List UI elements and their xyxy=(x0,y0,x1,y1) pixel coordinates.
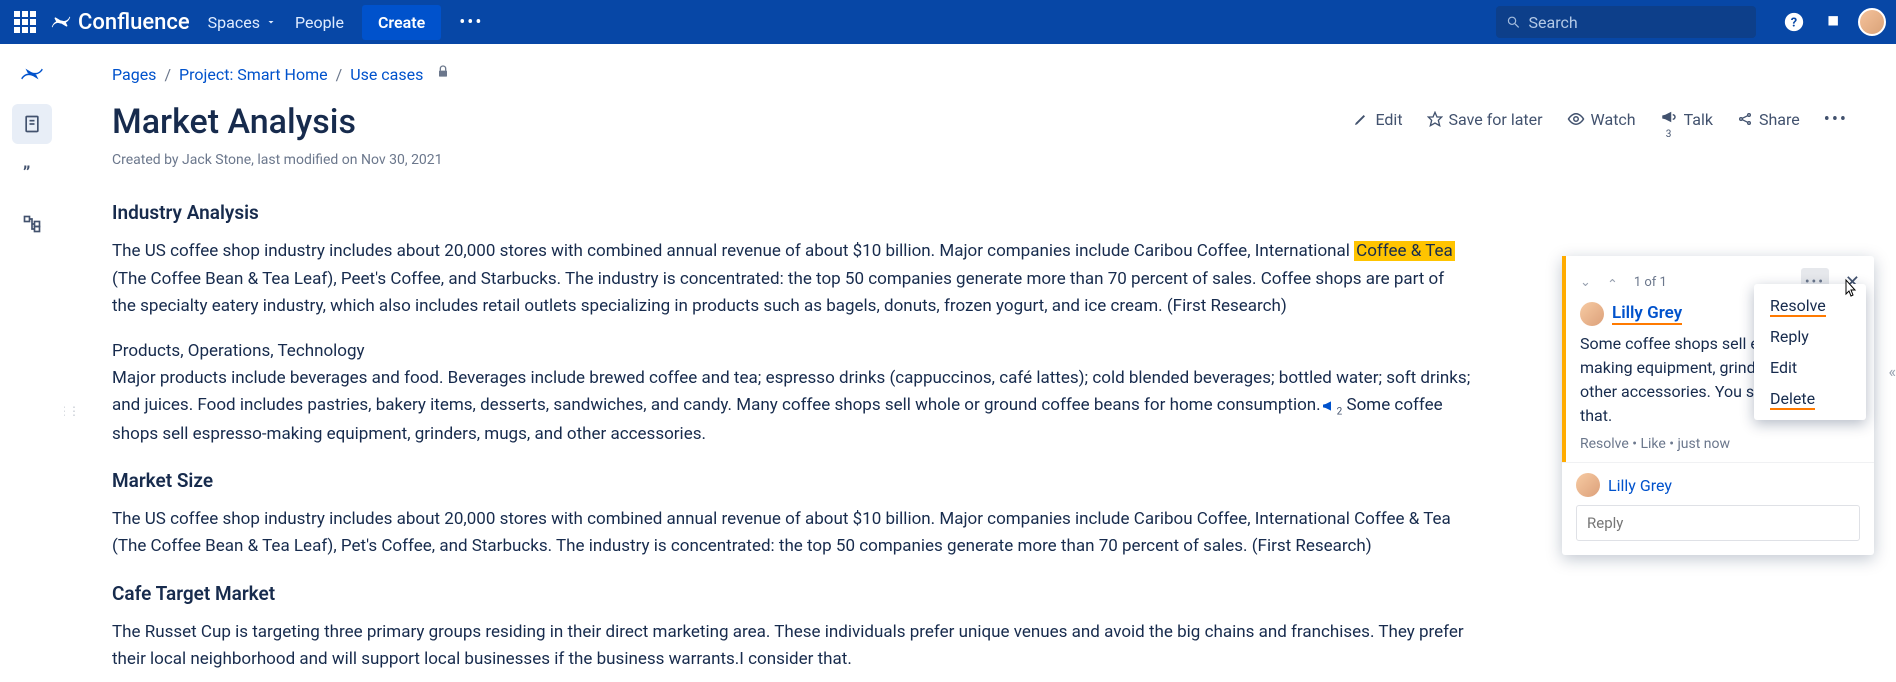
paragraph-cafe: The Russet Cup is targeting three primar… xyxy=(112,619,1472,673)
sidebar-pages-icon[interactable] xyxy=(12,104,52,144)
eye-icon xyxy=(1567,110,1585,128)
avatar xyxy=(1580,302,1604,326)
comment-context-menu: Resolve Reply Edit Delete xyxy=(1754,284,1866,420)
comment-author-name[interactable]: Lilly Grey xyxy=(1612,303,1682,325)
sidebar-quote-icon[interactable]: ” xyxy=(12,154,52,194)
megaphone-icon xyxy=(1660,108,1678,130)
share-button[interactable]: Share xyxy=(1737,110,1800,129)
chevron-down-icon xyxy=(265,16,277,28)
comment-prev-icon[interactable]: ⌄ xyxy=(1580,275,1591,290)
breadcrumb-pages[interactable]: Pages xyxy=(112,65,156,84)
edit-button[interactable]: Edit xyxy=(1353,110,1402,129)
comment-counter: 1 of 1 xyxy=(1634,275,1667,290)
page-action-bar: Edit Save for later Watch Talk Share ••• xyxy=(1353,108,1848,130)
panel-collapse-icon[interactable]: « xyxy=(1888,362,1896,381)
breadcrumb-project[interactable]: Project: Smart Home xyxy=(179,65,328,84)
svg-text:?: ? xyxy=(1791,16,1797,31)
comment-footer[interactable]: Resolve • Like • just now xyxy=(1580,436,1860,452)
breadcrumb-usecases[interactable]: Use cases xyxy=(350,65,423,84)
watch-button[interactable]: Watch xyxy=(1567,110,1636,129)
app-switcher-icon[interactable] xyxy=(10,7,40,37)
share-icon xyxy=(1737,111,1753,127)
left-sidebar: ” xyxy=(0,44,64,682)
help-icon[interactable]: ? xyxy=(1778,6,1810,38)
article-body: Industry Analysis The US coffee shop ind… xyxy=(112,198,1472,673)
search-input[interactable] xyxy=(1529,13,1747,32)
top-navbar: Confluence Spaces People Create ••• ? xyxy=(0,0,1896,44)
confluence-icon xyxy=(50,11,72,33)
brand-logo[interactable]: Confluence xyxy=(50,10,190,35)
reply-input[interactable] xyxy=(1576,505,1860,541)
talk-button[interactable]: Talk xyxy=(1660,108,1713,130)
page-byline: Created by Jack Stone, last modified on … xyxy=(112,152,1848,168)
notifications-icon[interactable] xyxy=(1816,6,1848,38)
avatar xyxy=(1576,473,1600,497)
create-button[interactable]: Create xyxy=(362,5,441,40)
heading-industry: Industry Analysis xyxy=(112,198,1472,228)
profile-avatar[interactable] xyxy=(1858,8,1886,36)
search-box[interactable] xyxy=(1496,6,1756,38)
sidebar-tree-icon[interactable] xyxy=(12,204,52,244)
paragraph-products: Products, Operations, Technology Major p… xyxy=(112,338,1472,448)
reply-author: Lilly Grey xyxy=(1576,473,1860,497)
nav-spaces[interactable]: Spaces xyxy=(208,13,277,32)
comment-reply-section: Lilly Grey xyxy=(1562,462,1874,555)
nav-more-icon[interactable]: ••• xyxy=(451,8,491,37)
paragraph-market: The US coffee shop industry includes abo… xyxy=(112,506,1472,560)
ctx-resolve[interactable]: Resolve xyxy=(1754,290,1866,321)
comment-next-icon[interactable]: ⌄ xyxy=(1607,275,1618,290)
heading-market-size: Market Size xyxy=(112,466,1472,496)
save-for-later-button[interactable]: Save for later xyxy=(1427,110,1543,129)
sidebar-space-icon[interactable] xyxy=(12,54,52,94)
svg-text:”: ” xyxy=(23,164,30,185)
ctx-reply[interactable]: Reply xyxy=(1754,321,1866,352)
ctx-delete[interactable]: Delete xyxy=(1754,383,1866,414)
page-more-icon[interactable]: ••• xyxy=(1824,109,1848,130)
pencil-icon xyxy=(1353,111,1369,127)
heading-cafe: Cafe Target Market xyxy=(112,579,1472,609)
star-icon xyxy=(1427,111,1443,127)
inline-comment-marker-icon[interactable] xyxy=(1321,398,1337,414)
search-icon xyxy=(1506,14,1521,30)
breadcrumb: Pages / Project: Smart Home / Use cases xyxy=(112,64,1848,84)
brand-text: Confluence xyxy=(78,10,190,35)
paragraph-industry: The US coffee shop industry includes abo… xyxy=(112,238,1472,320)
nav-people[interactable]: People xyxy=(295,13,344,32)
restrictions-lock-icon[interactable] xyxy=(435,64,451,84)
ctx-edit[interactable]: Edit xyxy=(1754,352,1866,383)
sidebar-drag-handle[interactable]: ⋮⋮ xyxy=(64,404,78,418)
highlighted-text: Coffee & Tea xyxy=(1354,241,1455,261)
